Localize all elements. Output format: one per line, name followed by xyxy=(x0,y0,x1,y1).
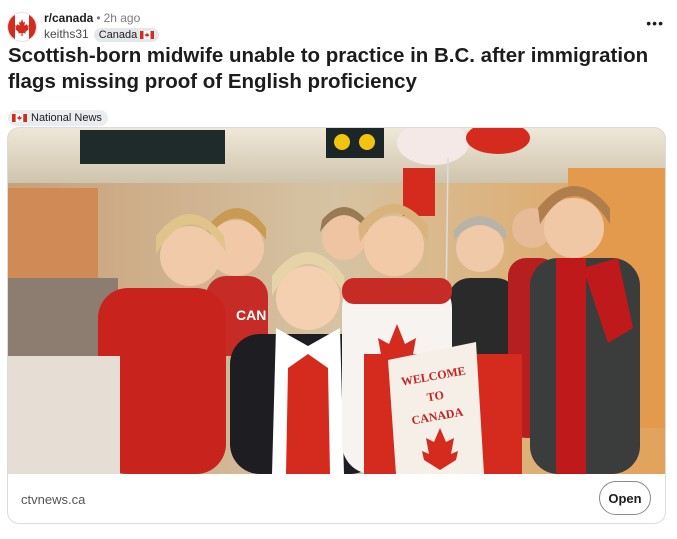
subreddit-avatar[interactable] xyxy=(7,12,37,42)
author-name[interactable]: keiths31 xyxy=(44,27,89,42)
canada-flag-icon xyxy=(12,114,27,122)
user-flair: Canada xyxy=(93,27,160,42)
svg-text:TO: TO xyxy=(426,388,445,405)
more-options-icon[interactable]: ••• xyxy=(646,16,664,30)
article-thumbnail[interactable]: WELCOME TO CANADA CAN xyxy=(8,128,665,474)
post-flair-label: National News xyxy=(31,112,102,124)
post-age: 2h ago xyxy=(103,11,141,25)
post-meta: r/canada • 2h ago keiths31 Canada xyxy=(44,11,160,42)
meta-separator: • xyxy=(96,11,101,25)
post-header: r/canada • 2h ago keiths31 Canada ••• xyxy=(7,10,670,42)
reddit-post: r/canada • 2h ago keiths31 Canada ••• Scot… xyxy=(0,0,677,539)
post-flair[interactable]: National News xyxy=(8,110,108,126)
user-flair-label: Canada xyxy=(98,28,138,41)
subreddit-name[interactable]: r/canada xyxy=(44,11,93,25)
link-domain[interactable]: ctvnews.ca xyxy=(21,492,85,508)
open-link-button[interactable]: Open xyxy=(599,481,651,515)
post-title[interactable]: Scottish-born midwife unable to practice… xyxy=(8,43,668,95)
link-preview-card[interactable]: WELCOME TO CANADA CAN ctvnews.ca Open xyxy=(7,127,666,524)
canada-flag-icon xyxy=(140,30,155,39)
svg-text:CAN: CAN xyxy=(236,307,266,323)
canada-flag-icon xyxy=(8,13,36,41)
